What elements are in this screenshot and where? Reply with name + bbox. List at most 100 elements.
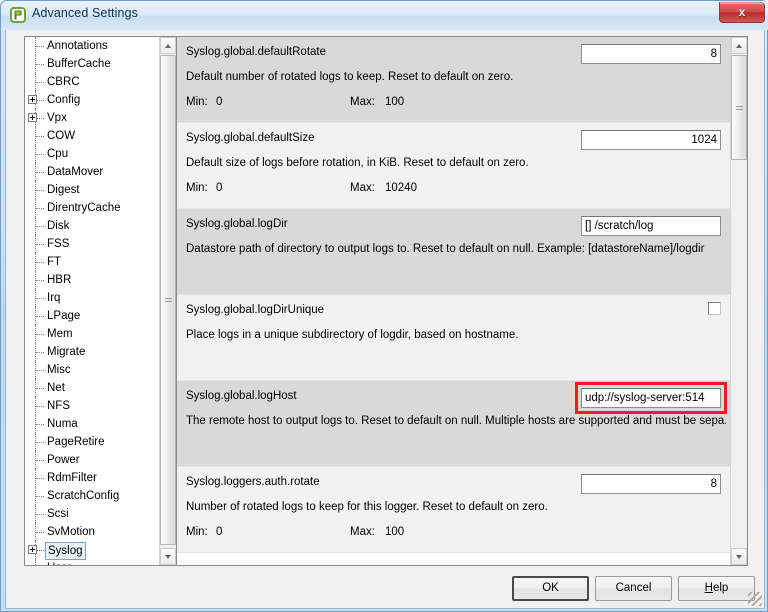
settings-scroll-down-button[interactable] [731, 548, 747, 565]
tree-item-direntrycache[interactable]: DirentryCache [25, 199, 159, 217]
tree-item-pageretire[interactable]: PageRetire [25, 433, 159, 451]
setting-range: Min: 0 Max: 100 [186, 525, 730, 539]
tree-connector-icon [35, 289, 44, 307]
setting-checkbox[interactable] [708, 302, 721, 315]
max-value: 100 [385, 96, 405, 108]
tree-connector-icon [35, 145, 44, 163]
tree-item-lpage[interactable]: LPage [25, 307, 159, 325]
tree-item-label: Disk [47, 220, 70, 232]
tree-item-migrate[interactable]: Migrate [25, 343, 159, 361]
expand-plus-icon[interactable] [28, 545, 37, 554]
tree-item-svmotion[interactable]: SvMotion [25, 523, 159, 541]
tree-item-scsi[interactable]: Scsi [25, 505, 159, 523]
setting-value-input[interactable] [581, 216, 721, 236]
tree-scrollbar-thumb[interactable] [160, 55, 176, 545]
setting-row[interactable]: Syslog.loggers.auth.rotate Number of rota… [177, 467, 730, 553]
setting-editor [581, 474, 721, 494]
max-label: Max: [350, 96, 375, 108]
settings-category-tree[interactable]: Annotations BufferCache CBRC Config Vpx COW Cp… [24, 36, 176, 566]
tree-connector-icon [35, 199, 44, 217]
tree-item-label: RdmFilter [47, 472, 97, 484]
tree-connector-icon [35, 217, 44, 235]
tree-item-buffercache[interactable]: BufferCache [25, 55, 159, 73]
tree-item-mem[interactable]: Mem [25, 325, 159, 343]
advanced-settings-icon [10, 7, 26, 23]
tree-connector-icon [35, 433, 44, 451]
setting-editor [708, 302, 721, 315]
chevron-up-icon [165, 44, 171, 48]
setting-row[interactable]: Syslog.global.logHost The remote host to … [177, 381, 730, 467]
setting-value-input[interactable] [581, 44, 721, 64]
setting-key-label: Syslog.global.logDirUnique [186, 304, 325, 316]
tree-scroll-up-button[interactable] [160, 37, 176, 54]
max-value: 10240 [385, 182, 417, 194]
tree-scrollbar[interactable] [159, 37, 176, 565]
tree-connector-icon [35, 325, 44, 343]
setting-value-input[interactable] [581, 388, 721, 408]
tree-item-power[interactable]: Power [25, 451, 159, 469]
tree-item-config[interactable]: Config [25, 91, 159, 109]
tree-connector-icon [35, 37, 44, 55]
tree-item-vpx[interactable]: Vpx [25, 109, 159, 127]
tree-item-ft[interactable]: FT [25, 253, 159, 271]
tree-item-fss[interactable]: FSS [25, 235, 159, 253]
tree-item-annotations[interactable]: Annotations [25, 37, 159, 55]
setting-row[interactable]: Syslog.global.defaultRotate Default numbe… [177, 37, 730, 123]
min-label: Min: [186, 182, 208, 194]
setting-row[interactable]: Syslog.global.logDirUnique Place logs in … [177, 295, 730, 381]
tree-item-cbrc[interactable]: CBRC [25, 73, 159, 91]
cancel-button[interactable]: Cancel [595, 576, 672, 601]
tree-item-cpu[interactable]: Cpu [25, 145, 159, 163]
settings-list-panel[interactable]: Syslog.global.defaultRotate Default numbe… [176, 36, 748, 566]
settings-scroll-up-button[interactable] [731, 37, 747, 54]
settings-scrollbar-thumb[interactable] [731, 55, 747, 160]
tree-connector-icon [35, 559, 44, 565]
tree-item-container: Annotations BufferCache CBRC Config Vpx COW Cp… [25, 37, 159, 565]
setting-row[interactable]: Syslog.global.logDir Datastore path of di… [177, 209, 730, 295]
resize-grip-icon[interactable] [748, 592, 762, 606]
tree-item-hbr[interactable]: HBR [25, 271, 159, 289]
tree-item-label: Irq [47, 292, 61, 304]
tree-item-rdmfilter[interactable]: RdmFilter [25, 469, 159, 487]
ok-button[interactable]: OK [512, 576, 589, 601]
setting-value-input[interactable] [581, 130, 721, 150]
tree-item-label: Digest [47, 184, 80, 196]
tree-item-cow[interactable]: COW [25, 127, 159, 145]
tree-item-datamover[interactable]: DataMover [25, 163, 159, 181]
tree-connector-icon [35, 343, 44, 361]
setting-value-input[interactable] [581, 474, 721, 494]
help-button[interactable]: Help [678, 576, 755, 601]
tree-item-label: DataMover [47, 166, 104, 178]
setting-row[interactable]: Syslog.global.defaultSize Default size of… [177, 123, 730, 209]
setting-editor [581, 216, 721, 236]
chevron-down-icon [165, 555, 171, 559]
tree-item-user[interactable]: User [25, 559, 159, 565]
window-titlebar[interactable]: Advanced Settings x [1, 1, 768, 30]
tree-item-scratchconfig[interactable]: ScratchConfig [25, 487, 159, 505]
window-title: Advanced Settings [32, 6, 138, 20]
tree-connector-icon [35, 271, 44, 289]
tree-connector-icon [35, 163, 44, 181]
settings-scrollbar[interactable] [730, 37, 747, 565]
tree-item-misc[interactable]: Misc [25, 361, 159, 379]
expand-plus-icon[interactable] [28, 113, 37, 122]
setting-description: Default size of logs before rotation, in… [186, 157, 529, 169]
tree-item-disk[interactable]: Disk [25, 217, 159, 235]
expand-plus-icon[interactable] [28, 95, 37, 104]
tree-item-digest[interactable]: Digest [25, 181, 159, 199]
tree-connector-icon [35, 73, 44, 91]
tree-item-numa[interactable]: Numa [25, 415, 159, 433]
tree-item-label: Cpu [47, 148, 69, 160]
tree-item-label: Power [47, 454, 80, 466]
tree-item-nfs[interactable]: NFS [25, 397, 159, 415]
tree-item-irq[interactable]: Irq [25, 289, 159, 307]
tree-scroll-down-button[interactable] [160, 548, 176, 565]
tree-item-label: Misc [47, 364, 71, 376]
tree-item-syslog[interactable]: Syslog [25, 541, 159, 560]
close-icon[interactable]: x [719, 2, 765, 23]
tree-item-label: Numa [47, 418, 78, 430]
tree-connector-icon [35, 127, 44, 145]
max-value: 100 [385, 526, 405, 538]
tree-item-net[interactable]: Net [25, 379, 159, 397]
tree-item-label: Net [47, 382, 65, 394]
